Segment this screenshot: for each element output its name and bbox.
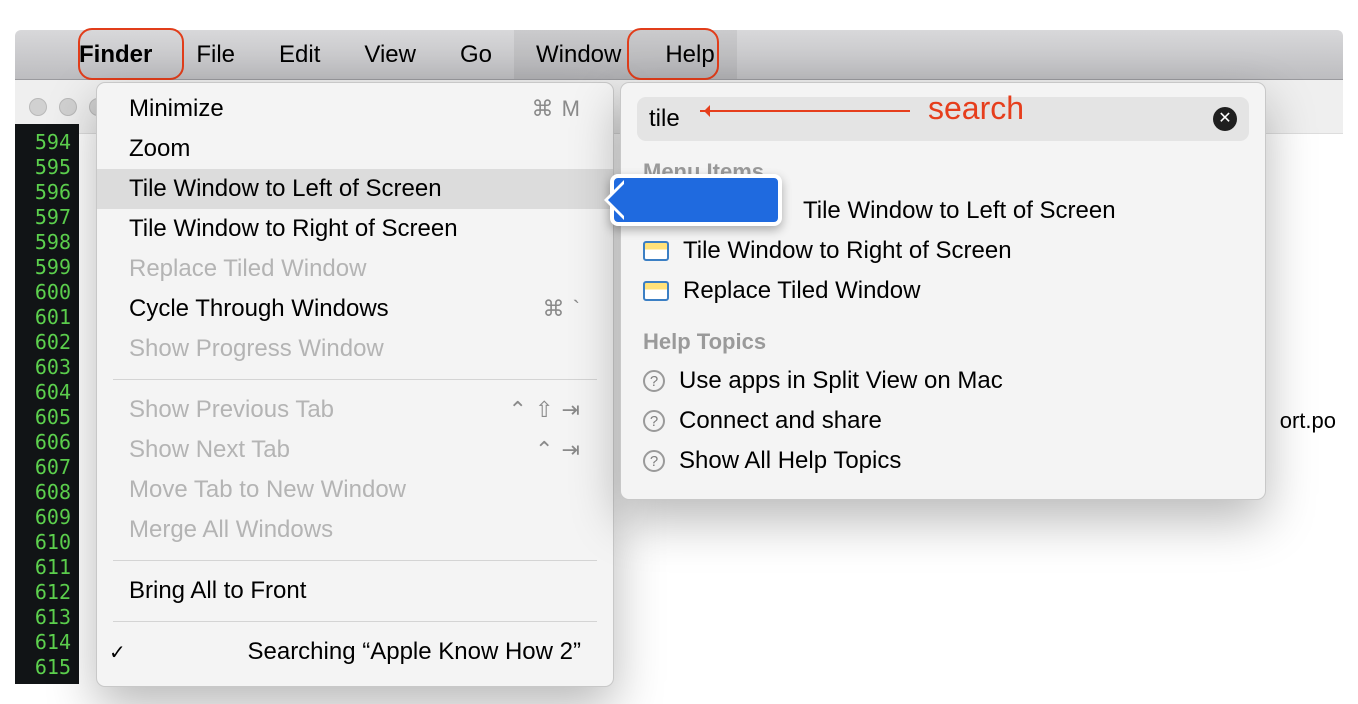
- line-number: 605: [15, 405, 79, 430]
- line-number: 612: [15, 580, 79, 605]
- menu-item-bring-front[interactable]: Bring All to Front: [97, 571, 613, 611]
- menu-item-tile-left[interactable]: Tile Window to Left of Screen: [97, 169, 613, 209]
- annotation-arrow: [700, 110, 910, 112]
- line-number: 613: [15, 605, 79, 630]
- menu-item-minimize[interactable]: Minimize ⌘ M: [97, 89, 613, 129]
- line-number: 603: [15, 355, 79, 380]
- help-pointer-callout: [610, 174, 782, 226]
- line-number: 611: [15, 555, 79, 580]
- menu-item-label: Minimize: [129, 95, 224, 123]
- help-result-label: Tile Window to Right of Screen: [683, 237, 1012, 265]
- menu-item-shortcut: ⌃ ⇥: [535, 437, 581, 463]
- menu-edit[interactable]: Edit: [257, 30, 342, 79]
- line-number: 610: [15, 530, 79, 555]
- line-number: 614: [15, 630, 79, 655]
- line-number: 598: [15, 230, 79, 255]
- help-result-topic[interactable]: ? Use apps in Split View on Mac: [637, 361, 1249, 401]
- line-number: 604: [15, 380, 79, 405]
- line-number: 594: [15, 130, 79, 155]
- line-number: 608: [15, 480, 79, 505]
- traffic-light-close-icon[interactable]: [29, 98, 47, 116]
- background-filename-fragment: ort.po: [1280, 408, 1336, 434]
- help-result-menu-item[interactable]: Replace Tiled Window: [637, 271, 1249, 311]
- menu-item-label: Cycle Through Windows: [129, 295, 389, 323]
- traffic-light-min-icon[interactable]: [59, 98, 77, 116]
- line-number: 607: [15, 455, 79, 480]
- menu-separator: [113, 560, 597, 561]
- question-icon: ?: [643, 370, 665, 392]
- menu-window[interactable]: Window: [514, 30, 643, 79]
- section-header-help-topics: Help Topics: [643, 329, 1249, 355]
- question-icon: ?: [643, 450, 665, 472]
- menu-item-label: Bring All to Front: [129, 577, 306, 605]
- menu-finder[interactable]: Finder: [57, 30, 174, 79]
- help-result-topic[interactable]: ? Connect and share: [637, 401, 1249, 441]
- line-number: 615: [15, 655, 79, 680]
- menu-item-icon: [643, 281, 669, 301]
- menu-file[interactable]: File: [174, 30, 257, 79]
- menu-help[interactable]: Help: [643, 30, 736, 79]
- help-search-panel: ✕ Menu Items Tile Window to Left of Scre…: [620, 82, 1266, 500]
- menu-item-label: Show Next Tab: [129, 436, 290, 464]
- line-number: 599: [15, 255, 79, 280]
- menu-item-label: Zoom: [129, 135, 190, 163]
- menu-item-label: Move Tab to New Window: [129, 476, 406, 504]
- menu-item-cycle[interactable]: Cycle Through Windows ⌘ `: [97, 289, 613, 329]
- menu-item-move-tab: Move Tab to New Window: [97, 470, 613, 510]
- question-icon: ?: [643, 410, 665, 432]
- line-number: 602: [15, 330, 79, 355]
- help-result-menu-item[interactable]: Tile Window to Right of Screen: [637, 231, 1249, 271]
- editor-gutter: 594 595 596 597 598 599 600 601 602 603 …: [15, 124, 79, 684]
- menu-item-replace-tiled: Replace Tiled Window: [97, 249, 613, 289]
- menu-item-label: Tile Window to Right of Screen: [129, 215, 458, 243]
- menu-item-shortcut: ⌘ M: [532, 96, 581, 122]
- menubar: Finder File Edit View Go Window Help: [15, 30, 1343, 80]
- menu-item-shortcut: ⌃ ⇧ ⇥: [508, 397, 581, 423]
- menu-item-shortcut: ⌘ `: [543, 296, 581, 322]
- menu-item-tile-right[interactable]: Tile Window to Right of Screen: [97, 209, 613, 249]
- menu-item-merge: Merge All Windows: [97, 510, 613, 550]
- line-number: 601: [15, 305, 79, 330]
- help-result-label: Show All Help Topics: [679, 447, 901, 475]
- menu-item-prev-tab: Show Previous Tab ⌃ ⇧ ⇥: [97, 390, 613, 430]
- line-number: 606: [15, 430, 79, 455]
- menu-item-label: Show Progress Window: [129, 335, 384, 363]
- clear-search-icon[interactable]: ✕: [1213, 107, 1237, 131]
- menu-view[interactable]: View: [342, 30, 438, 79]
- menu-item-label: Replace Tiled Window: [129, 255, 366, 283]
- menu-go[interactable]: Go: [438, 30, 514, 79]
- help-result-label: Connect and share: [679, 407, 882, 435]
- menu-item-progress: Show Progress Window: [97, 329, 613, 369]
- checkmark-icon: ✓: [109, 640, 126, 665]
- menu-item-label: Searching “Apple Know How 2”: [247, 638, 581, 666]
- line-number: 600: [15, 280, 79, 305]
- line-number: 595: [15, 155, 79, 180]
- annotation-label-search: search: [928, 90, 1024, 127]
- menu-item-label: Show Previous Tab: [129, 396, 334, 424]
- menu-item-zoom[interactable]: Zoom: [97, 129, 613, 169]
- window-menu-dropdown: Minimize ⌘ M Zoom Tile Window to Left of…: [96, 82, 614, 687]
- menu-item-searching[interactable]: ✓ Searching “Apple Know How 2”: [97, 632, 613, 672]
- line-number: 596: [15, 180, 79, 205]
- menu-separator: [113, 621, 597, 622]
- line-number: 597: [15, 205, 79, 230]
- menu-item-icon: [643, 241, 669, 261]
- menu-item-next-tab: Show Next Tab ⌃ ⇥: [97, 430, 613, 470]
- line-number: 609: [15, 505, 79, 530]
- help-result-label: Use apps in Split View on Mac: [679, 367, 1003, 395]
- menu-item-label: Merge All Windows: [129, 516, 333, 544]
- menu-item-label: Tile Window to Left of Screen: [129, 175, 442, 203]
- menu-separator: [113, 379, 597, 380]
- help-result-topic[interactable]: ? Show All Help Topics: [637, 441, 1249, 481]
- help-result-label: Replace Tiled Window: [683, 277, 920, 305]
